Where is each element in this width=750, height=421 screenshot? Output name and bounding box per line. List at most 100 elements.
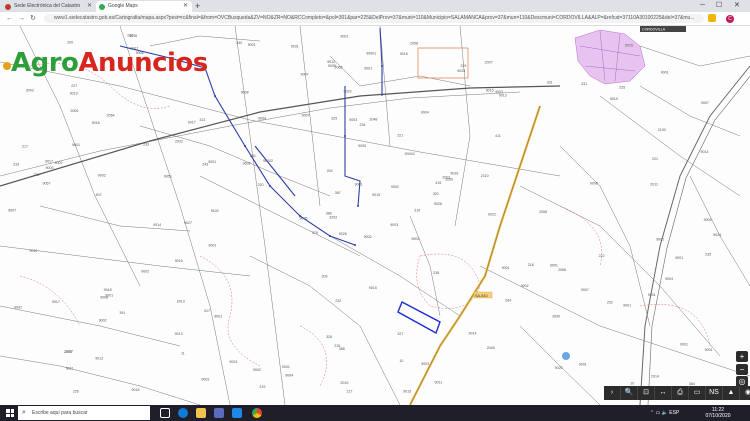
parcel-label: 221	[652, 157, 658, 161]
parcel-label: 9011	[66, 366, 74, 370]
parcel-label: 313	[199, 118, 205, 122]
tab-google-maps[interactable]: Google Maps ✕	[96, 1, 192, 12]
parcel-label: 9001	[579, 362, 587, 366]
parcel-label: 9004	[704, 218, 712, 222]
close-tab-icon[interactable]: ✕	[87, 1, 92, 12]
parcel-label: 9003	[421, 362, 429, 366]
parcel-label: 331	[547, 81, 553, 85]
google-maps-favicon-icon	[99, 4, 105, 10]
back-icon[interactable]: ←	[6, 12, 13, 25]
parcel-label: 9006	[590, 181, 598, 185]
file-explorer-icon[interactable]	[196, 408, 206, 418]
parcel-label: 391	[119, 311, 125, 315]
tab-label: Google Maps	[108, 3, 138, 9]
parcel-label: 235	[705, 252, 711, 256]
globe-icon[interactable]: ◉	[740, 386, 750, 400]
parcel-label: 9001	[340, 34, 348, 38]
close-tab-icon[interactable]: ✕	[183, 1, 188, 12]
parcel-label: 9007	[301, 72, 309, 76]
browser-tab-bar: Sede Electrónica del Catastro ✕ Google M…	[0, 0, 750, 12]
parcel-label: 300	[67, 41, 73, 45]
parcel-label: 9015	[372, 193, 380, 197]
parcel-label: 9004	[258, 116, 266, 120]
minimize-icon[interactable]: ─	[700, 0, 705, 12]
parcel-label: 9001	[208, 160, 216, 164]
parcel-label: 10	[630, 382, 634, 386]
store-icon[interactable]	[214, 408, 224, 418]
parcel-label: 9003	[411, 237, 419, 241]
taskbar-clock[interactable]: 11:22 07/10/2020	[700, 407, 736, 419]
search-icon[interactable]: 🔍	[621, 386, 638, 400]
print-icon[interactable]: ⎙	[672, 386, 689, 400]
toolbar-expand-icon[interactable]: ›	[604, 386, 621, 400]
zoom-window-icon[interactable]: ⊡	[638, 386, 655, 400]
parcel-label: 2013	[177, 299, 185, 303]
profile-avatar[interactable]: C	[726, 15, 734, 23]
parcel-label: 232	[335, 299, 341, 303]
forward-icon[interactable]: →	[18, 12, 25, 25]
parcel-label: 2064	[107, 114, 115, 118]
parcel-label: 9005	[300, 217, 308, 221]
parcel-label: 9002	[14, 305, 22, 309]
parcel-label: 9001	[705, 348, 713, 352]
parcel-label: 3202	[329, 215, 337, 219]
parcel-label: 9001	[623, 303, 631, 307]
parcel-label: 2010	[340, 381, 348, 385]
terrain-icon[interactable]: ▲	[723, 386, 740, 400]
parcel-label: 2066	[558, 268, 566, 272]
edge-icon[interactable]	[178, 408, 188, 418]
taskbar-search-input[interactable]: ⌕ Escribe aquí para buscar	[18, 406, 150, 420]
url-input[interactable]: www1.sedecatastro.gob.es/Cartografia/map…	[44, 14, 704, 23]
new-tab-button[interactable]: +	[195, 0, 200, 12]
mail-icon[interactable]	[232, 408, 242, 418]
parcel-label: 379	[312, 231, 318, 235]
parcel-label: 9004	[285, 374, 293, 378]
parcel-label: 327	[397, 332, 403, 336]
extension-icon[interactable]	[708, 14, 716, 22]
parcel-label: 9003	[201, 377, 209, 381]
measure-distance-icon[interactable]: ↔	[655, 386, 672, 400]
reload-icon[interactable]: ↻	[30, 12, 36, 25]
chrome-icon[interactable]	[252, 408, 262, 418]
parcel-label: 9031	[291, 45, 299, 49]
parcel-label: 2110	[481, 174, 489, 178]
parcel-label: 9022	[488, 213, 496, 217]
tab-catastro[interactable]: Sede Electrónica del Catastro ✕	[2, 1, 96, 12]
parcel-label: 9007	[8, 208, 16, 212]
parcel-label: 9016	[400, 52, 408, 56]
zoom-out-button[interactable]: −	[736, 364, 748, 375]
close-window-icon[interactable]: ✕	[734, 0, 740, 12]
parcel-label: 415	[435, 181, 441, 185]
parcel-label: 2190	[658, 128, 666, 132]
logo-text-anuncios: Anuncios	[78, 48, 208, 78]
maximize-icon[interactable]: ☐	[716, 0, 722, 12]
task-view-icon[interactable]	[160, 408, 170, 418]
parcel-label: 234	[360, 123, 366, 127]
tab-label: Sede Electrónica del Catastro	[14, 3, 81, 9]
parcel-label: 386	[326, 212, 332, 216]
parcel-label: 9001	[661, 71, 669, 75]
parcel-label: 9026	[434, 202, 442, 206]
parcel-label: 9010	[29, 249, 37, 253]
parcel-label: 231	[581, 82, 587, 86]
north-south-icon[interactable]: NS	[706, 386, 723, 400]
parcel-label: 2043	[64, 350, 72, 354]
cadastral-map[interactable]: SA-810 CORDOVILLA 9002 9016 3202 1007 415 900…	[0, 26, 750, 405]
zoom-reset-button[interactable]: ◎	[736, 376, 748, 387]
parcel-label: 215	[334, 344, 340, 348]
region-label: CORDOVILLA	[642, 28, 666, 32]
windows-start-icon[interactable]	[6, 409, 14, 417]
parcel-label: 9001	[214, 314, 222, 318]
parcel-label: 209	[322, 274, 328, 278]
parcel-label: 9015	[403, 389, 411, 393]
parcel-label: 227	[71, 84, 77, 88]
layers-icon[interactable]: ▭	[689, 386, 706, 400]
parcel-label: 9017	[45, 160, 53, 164]
parcel-label: 220	[258, 183, 264, 187]
parcel-label: 325	[331, 117, 337, 121]
zoom-in-button[interactable]: +	[736, 351, 748, 362]
parcel-label: 2014	[651, 374, 659, 378]
system-tray[interactable]: ⌃ ▭ 🔈 ESP	[650, 405, 679, 421]
parcel-label: 9002	[99, 319, 107, 323]
catastro-favicon-icon	[5, 4, 11, 10]
